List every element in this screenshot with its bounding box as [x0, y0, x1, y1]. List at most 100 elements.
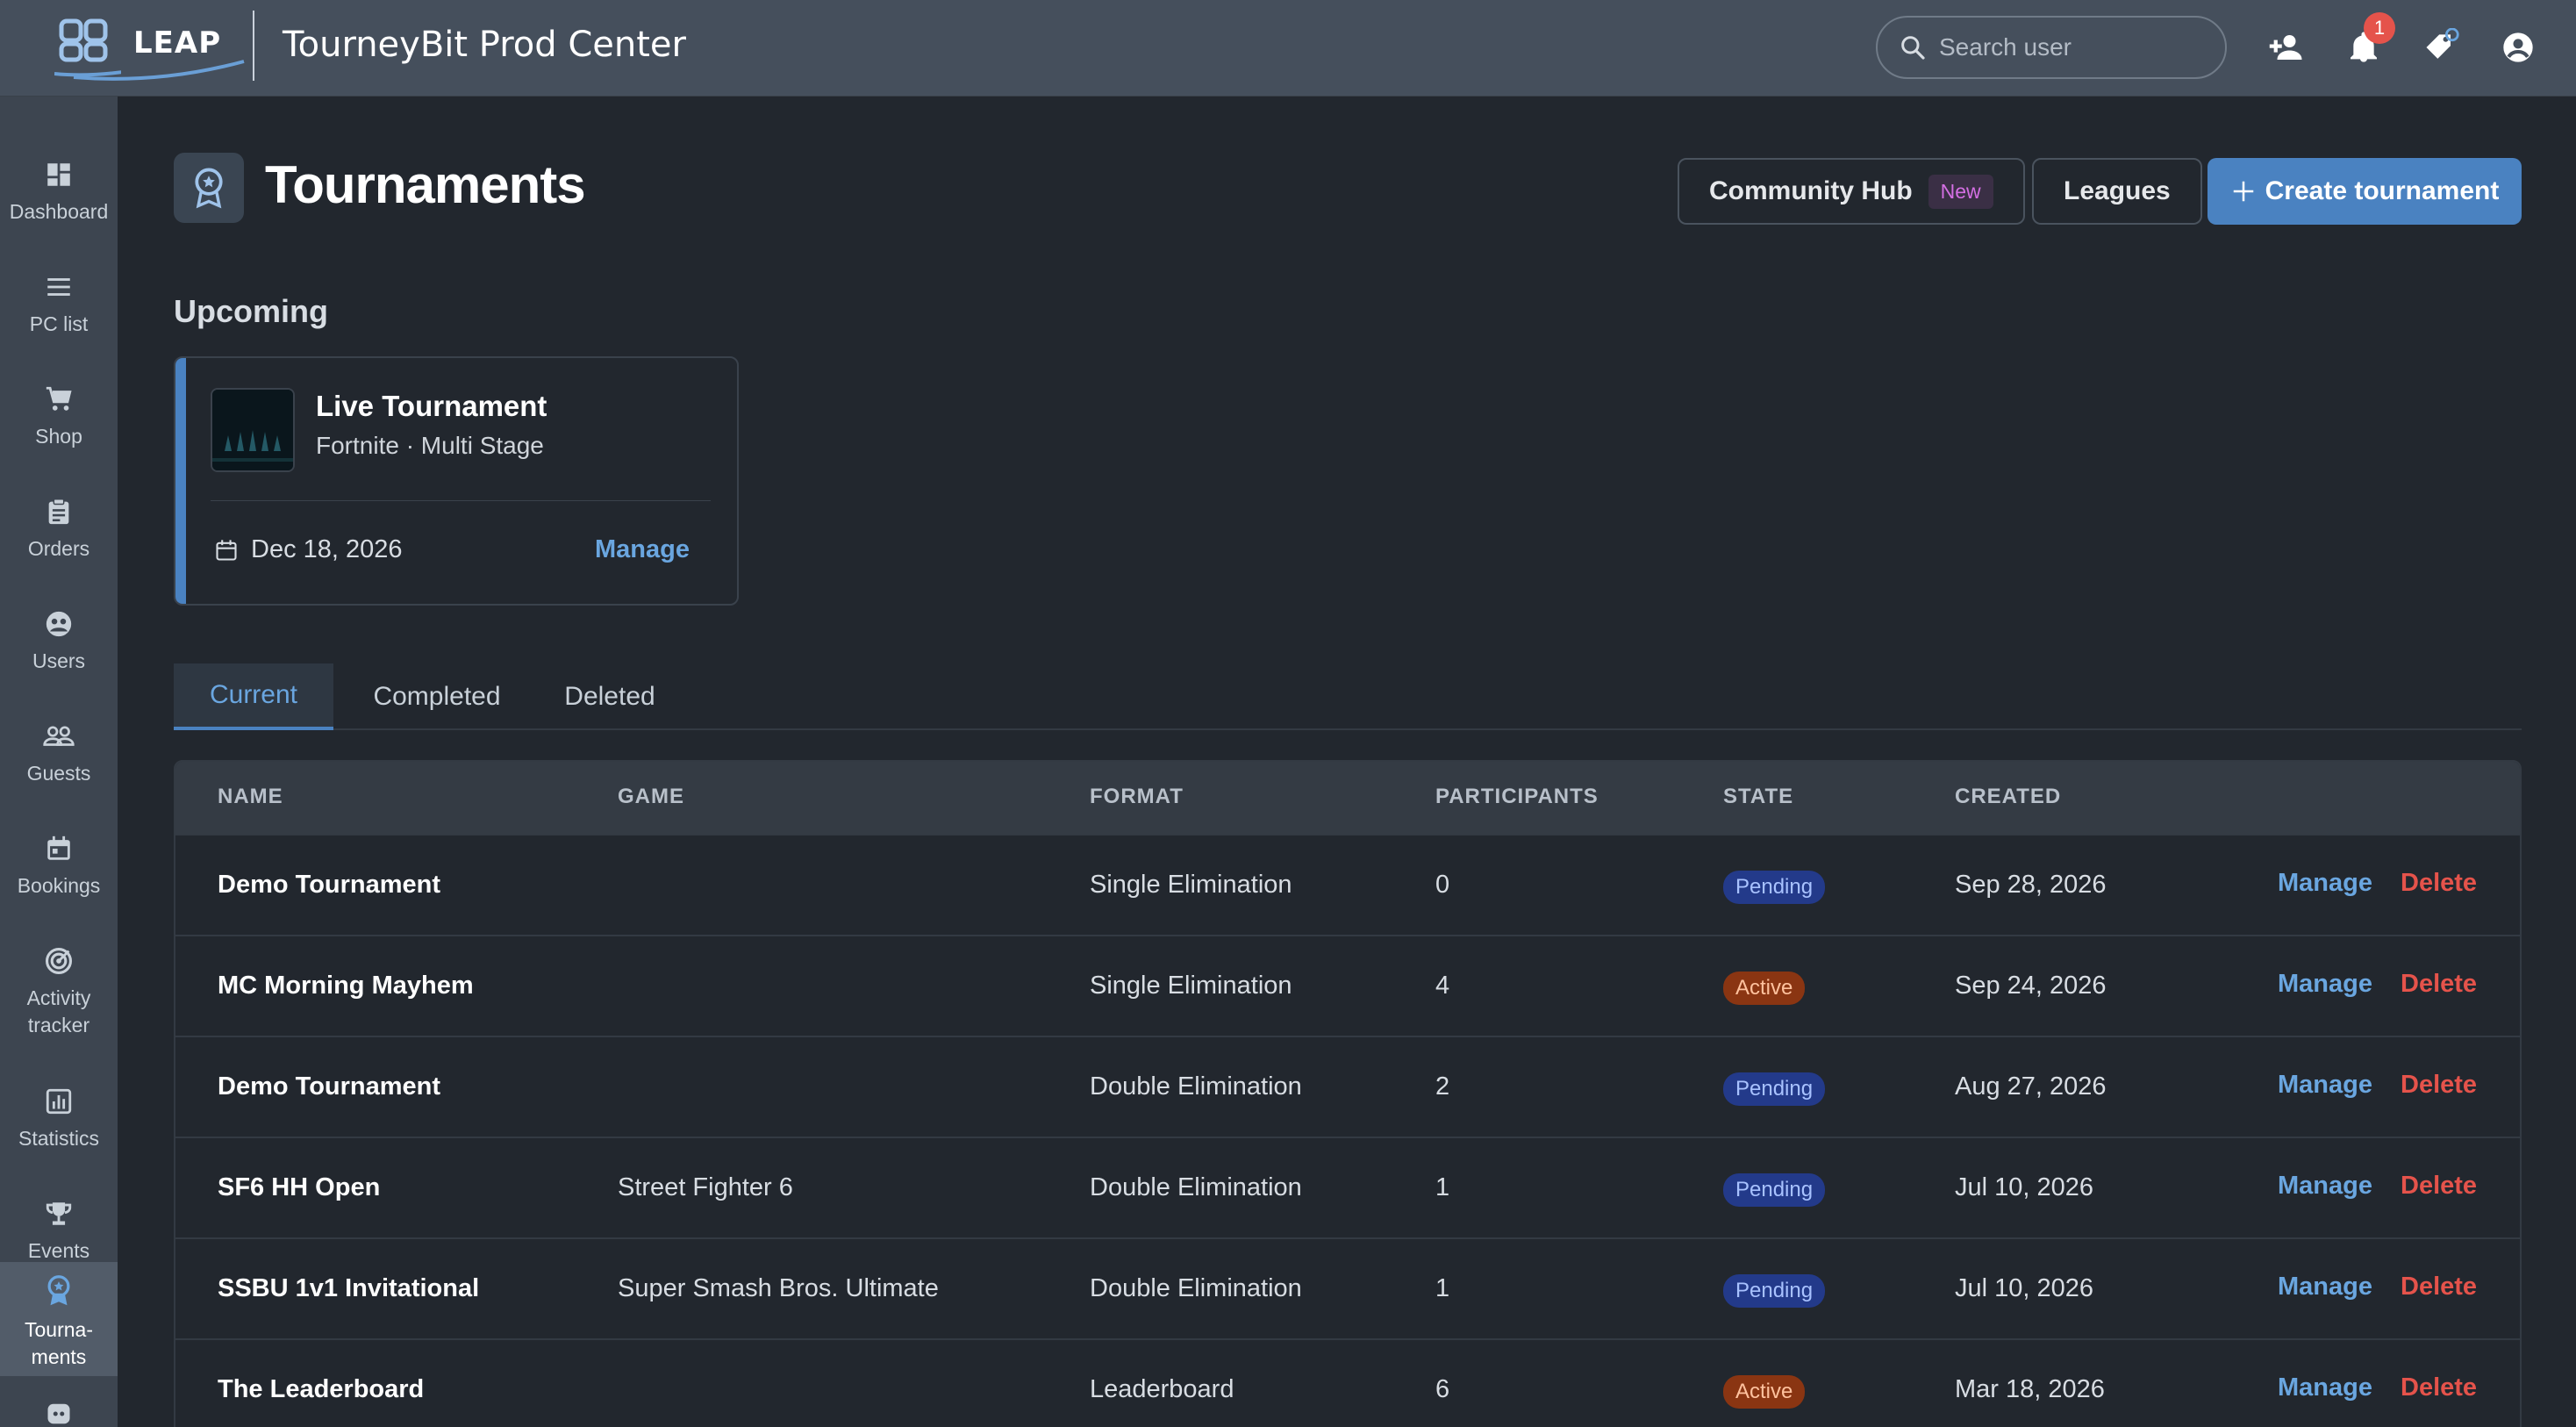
tournament-format: Double Elimination	[1090, 1274, 1302, 1302]
sidebar-item-shop[interactable]: Shop	[0, 349, 118, 462]
tournament-name: SSBU 1v1 Invitational	[218, 1274, 480, 1302]
table-row: SSBU 1v1 Invitational Super Smash Bros. U…	[175, 1237, 2520, 1338]
search-input[interactable]	[1939, 33, 2202, 61]
participant-count: 4	[1435, 972, 1450, 1000]
tournament-game: Super Smash Bros. Ultimate	[618, 1274, 939, 1302]
sidebar-item-statistics[interactable]: Statistics	[0, 1051, 118, 1164]
logo-text: LEAP	[133, 25, 222, 61]
tournament-name: Demo Tournament	[218, 1072, 441, 1101]
delete-link[interactable]: Delete	[2401, 1071, 2477, 1100]
sidebar-item-orders[interactable]: Orders	[0, 462, 118, 574]
sidebar-item-discord[interactable]	[0, 1392, 118, 1427]
delete-link[interactable]: Delete	[2401, 1273, 2477, 1302]
sidebar-item-label: Tourna-ments	[25, 1318, 93, 1368]
account-button[interactable]	[2499, 28, 2537, 67]
sidebar-item-label: Users	[32, 649, 86, 672]
tab-deleted[interactable]: Deleted	[542, 663, 677, 730]
manage-link[interactable]: Manage	[2278, 1373, 2372, 1402]
status-badge: Active	[1723, 972, 1806, 1005]
new-badge: New	[1928, 174, 1993, 209]
sidebar-item-label: Orders	[27, 537, 90, 560]
created-date: Jul 10, 2026	[1955, 1173, 2094, 1201]
table-row: MC Morning Mayhem Single Elimination 4 Acti…	[175, 935, 2520, 1036]
tournament-name: Demo Tournament	[218, 871, 441, 899]
column-header-participants[interactable]: PARTICIPANTS	[1435, 785, 1599, 809]
sidebar-item-label: Bookings	[17, 874, 101, 897]
column-header-created[interactable]: CREATED	[1955, 785, 2061, 809]
sidebar-item-pc-list[interactable]: PC list	[0, 237, 118, 349]
sidebar-item-events[interactable]: Events	[0, 1164, 118, 1276]
sidebar-item-guests[interactable]: Guests	[0, 686, 118, 799]
sidebar-item-dashboard[interactable]: Dashboard	[0, 125, 118, 237]
notification-badge: 1	[2364, 12, 2395, 44]
status-badge: Pending	[1723, 1173, 1826, 1207]
card-date-text: Dec 18, 2026	[251, 535, 403, 563]
tournament-format: Single Elimination	[1090, 972, 1292, 1000]
tournament-format: Double Elimination	[1090, 1072, 1302, 1101]
manage-link[interactable]: Manage	[2278, 1273, 2372, 1302]
award-icon	[47, 1275, 70, 1306]
created-date: Mar 18, 2026	[1955, 1375, 2105, 1403]
sidebar-item-label: Guests	[26, 762, 91, 785]
tab-completed[interactable]: Completed	[340, 663, 533, 730]
add-user-button[interactable]	[2267, 28, 2306, 67]
participant-count: 1	[1435, 1274, 1450, 1302]
list-icon	[47, 278, 70, 296]
leagues-button[interactable]: Leagues	[2032, 158, 2202, 225]
leap-logo[interactable]: LEAP	[54, 16, 245, 81]
table-row: Demo Tournament Double Elimination 2 Pendin…	[175, 1036, 2520, 1137]
tournament-format: Double Elimination	[1090, 1173, 1302, 1201]
notifications-button[interactable]: 1	[2344, 12, 2395, 67]
card-subtitle: Fortnite · Multi Stage	[316, 432, 544, 459]
tournament-tabs: Current Completed Deleted	[174, 663, 2522, 730]
sidebar-item-label: Activity tracker	[26, 986, 91, 1036]
clipboard-icon	[48, 498, 69, 525]
create-tournament-button[interactable]: Create tournament	[2207, 158, 2522, 225]
trophy-icon	[46, 1202, 72, 1225]
delete-link[interactable]: Delete	[2401, 970, 2477, 999]
status-badge: Active	[1723, 1375, 1806, 1409]
cart-icon	[46, 386, 72, 411]
card-date: Dec 18, 2026	[214, 535, 403, 564]
table-header: NAME GAME FORMAT PARTICIPANTS STATE CREA…	[175, 762, 2520, 834]
status-badge: Pending	[1723, 1072, 1826, 1106]
column-header-name[interactable]: NAME	[218, 785, 283, 809]
participant-count: 2	[1435, 1072, 1450, 1101]
card-title: Live Tournament	[316, 390, 547, 422]
delete-link[interactable]: Delete	[2401, 1172, 2477, 1201]
search-icon	[1901, 36, 1925, 60]
delete-link[interactable]: Delete	[2401, 1373, 2477, 1402]
sidebar-item-label: PC list	[29, 312, 89, 335]
manage-link[interactable]: Manage	[2278, 1071, 2372, 1100]
column-header-format[interactable]: FORMAT	[1090, 785, 1184, 809]
tab-current[interactable]: Current	[174, 663, 333, 730]
status-badge: Pending	[1723, 1274, 1826, 1308]
sidebar-item-label: Dashboard	[9, 200, 109, 223]
column-header-state[interactable]: STATE	[1723, 785, 1793, 809]
logo-swoosh-icon	[73, 60, 245, 81]
card-manage-link[interactable]: Manage	[595, 535, 690, 564]
sidebar-item-tournaments[interactable]: Tourna-ments	[0, 1262, 118, 1376]
created-date: Aug 27, 2026	[1955, 1072, 2107, 1101]
sidebar-item-bookings[interactable]: Bookings	[0, 799, 118, 911]
delete-link[interactable]: Delete	[2401, 869, 2477, 898]
participant-count: 1	[1435, 1173, 1450, 1201]
manage-link[interactable]: Manage	[2278, 970, 2372, 999]
sidebar-item-activity-tracker[interactable]: Activity tracker	[0, 911, 118, 1051]
manage-link[interactable]: Manage	[2278, 1172, 2372, 1201]
community-hub-button[interactable]: Community Hub New	[1678, 158, 2025, 225]
plus-icon	[2233, 181, 2253, 202]
manage-link[interactable]: Manage	[2278, 869, 2372, 898]
upcoming-heading: Upcoming	[174, 293, 328, 329]
tournaments-page-icon	[174, 153, 244, 223]
header-divider	[253, 11, 254, 81]
chart-icon	[46, 1088, 72, 1115]
tournament-thumbnail	[211, 388, 295, 472]
app-title: TourneyBit Prod Center	[283, 25, 686, 65]
column-header-game[interactable]: GAME	[618, 785, 684, 809]
calendar-icon	[47, 835, 70, 860]
tags-button[interactable]	[2422, 28, 2460, 67]
award-icon	[195, 168, 223, 209]
search-box[interactable]	[1876, 16, 2227, 79]
sidebar-item-users[interactable]: Users	[0, 574, 118, 686]
